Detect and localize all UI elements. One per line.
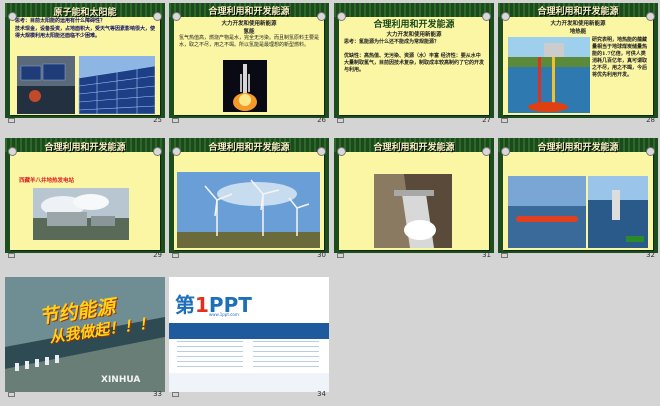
slide-number: 27 — [482, 116, 491, 124]
slide-thumbnail-27[interactable]: 合理利用和开发能源 大力开发和使用新能源 思考：氢能源为什么还不能成为常规能源？… — [334, 3, 494, 124]
slide-number: 31 — [482, 251, 491, 259]
slide-marker-icon — [337, 253, 344, 258]
slide-number: 26 — [317, 116, 326, 124]
slide-question: 思考：目前太阳能的运用有什么障碍性？ — [15, 18, 106, 24]
slide-number: 29 — [153, 251, 162, 259]
slide-number: 33 — [153, 390, 162, 398]
slide-canvas: 合理利用和开发能源 大力开发和使用新能源 氢能 氢气热值高，燃烧产物是水，完全无… — [169, 3, 329, 118]
geothermal-diagram — [508, 37, 590, 113]
slide-thumbnail-32[interactable]: 合理利用和开发能源 32 — [498, 138, 658, 259]
slide-canvas: 合理利用和开发能源 — [334, 138, 494, 253]
solar-panel-photo — [17, 56, 155, 114]
blue-band — [169, 323, 329, 339]
slide-body: 技术现金，设备投资，占地面积大，受天气等因素影响很大，使得大规模利用太阳能还面临… — [15, 26, 156, 39]
watermark: XINHUA — [101, 375, 141, 385]
logo-part-a: 第 — [175, 293, 195, 317]
slide-body: 氢气热值高，燃烧产物是水，完全无污染。而且制氢原料主要是水，取之不尽，用之不竭。… — [179, 35, 320, 48]
info-block-right — [253, 341, 319, 369]
slide-thumbnail-29[interactable]: 合理利用和开发能源 西藏羊八井地热发电站 29 — [5, 138, 165, 259]
slide-thumbnail-28[interactable]: 合理利用和开发能源 大力开发和使用新能源 地热能 研究表明，地热能的蕴藏量相当于… — [498, 3, 658, 124]
slide-marker-icon — [501, 118, 508, 123]
slide-caption: 西藏羊八井地热发电站 — [19, 178, 75, 184]
slide-heading: 氢能 — [243, 29, 255, 35]
wind-turbine-photo — [177, 172, 320, 248]
slide-thumbnail-31[interactable]: 合理利用和开发能源 31 — [334, 138, 494, 259]
slide-thumbnail-30[interactable]: 合理利用和开发能源 30 — [169, 138, 329, 259]
footer-band — [169, 373, 329, 392]
slide-body: 优缺性：高热值、无污染、资源（水）丰富 经济性：要从水中大量制取氢气，目前因技术… — [344, 53, 485, 73]
dam-photo — [374, 174, 452, 248]
slide-title: 合理利用和开发能源 — [537, 143, 619, 153]
slide-thumbnail-34[interactable]: 第1PPT www.1ppt.com 34 — [169, 277, 329, 398]
slide-canvas: 原子能和太阳能 思考：目前太阳能的运用有什么障碍性？ 技术现金，设备投资，占地面… — [5, 3, 165, 118]
slide-title: 合理利用和开发能源 — [373, 143, 455, 153]
slide-canvas: 合理利用和开发能源 大力开发和使用新能源 思考：氢能源为什么还不能成为常规能源？… — [334, 3, 494, 118]
slide-title: 原子能和太阳能 — [53, 8, 117, 18]
slide-question: 思考：氢能源为什么还不能成为常规能源？ — [344, 39, 440, 45]
slide-number: 28 — [646, 116, 655, 124]
slide-marker-icon — [172, 118, 179, 123]
logo-part-b: 1 — [195, 293, 209, 317]
slide-number: 30 — [317, 251, 326, 259]
slide-title: 合理利用和开发能源 — [208, 143, 290, 153]
slide-canvas: 合理利用和开发能源 — [169, 138, 329, 253]
info-block-left — [177, 341, 243, 369]
slide-thumbnail-26[interactable]: 合理利用和开发能源 大力开发和使用新能源 氢能 氢气热值高，燃烧产物是水，完全无… — [169, 3, 329, 124]
slide-marker-icon — [8, 392, 15, 397]
slide-marker-icon — [8, 118, 15, 123]
slide-thumbnail-33[interactable]: 节约能源 从我做起！！！ XINHUA 33 — [5, 277, 165, 398]
slide-subtitle: 大力开发和使用新能源 — [550, 21, 606, 27]
slide-heading: 地热能 — [569, 29, 587, 35]
slide-title: 合理利用和开发能源 — [537, 7, 619, 17]
slide-thumbnail-25[interactable]: 原子能和太阳能 思考：目前太阳能的运用有什么障碍性？ 技术现金，设备投资，占地面… — [5, 3, 165, 124]
power-plant-photo — [33, 188, 129, 240]
slide-marker-icon — [172, 392, 179, 397]
slide-marker-icon — [337, 118, 344, 123]
slide-number: 34 — [317, 390, 326, 398]
slide-title: 合理利用和开发能源 — [373, 20, 455, 30]
rocket-launch-photo — [223, 60, 267, 112]
slide-marker-icon — [501, 253, 508, 258]
slide-subtitle: 大力开发和使用新能源 — [221, 21, 277, 27]
slide-marker-icon — [8, 253, 15, 258]
slide-canvas: 节约能源 从我做起！！！ XINHUA — [5, 277, 165, 392]
slide-body: 研究表明，地热能的蕴藏量相当于地球煤炭储量热能的1.7亿倍，可供人类消耗几百亿年… — [592, 37, 648, 78]
slide-number: 25 — [153, 116, 162, 124]
slide-number: 32 — [646, 251, 655, 259]
tidal-energy-photo — [508, 176, 648, 248]
slide-title: 合理利用和开发能源 — [208, 7, 290, 17]
slide-subtitle: 大力开发和使用新能源 — [386, 32, 442, 38]
slide-canvas: 合理利用和开发能源 — [498, 138, 658, 253]
slide-canvas: 第1PPT www.1ppt.com — [169, 277, 329, 392]
slide-canvas: 合理利用和开发能源 西藏羊八井地热发电站 — [5, 138, 165, 253]
slide-title: 合理利用和开发能源 — [44, 143, 126, 153]
logo-subtitle: www.1ppt.com — [209, 312, 239, 317]
slide-marker-icon — [172, 253, 179, 258]
slide-canvas: 合理利用和开发能源 大力开发和使用新能源 地热能 研究表明，地热能的蕴藏量相当于… — [498, 3, 658, 118]
